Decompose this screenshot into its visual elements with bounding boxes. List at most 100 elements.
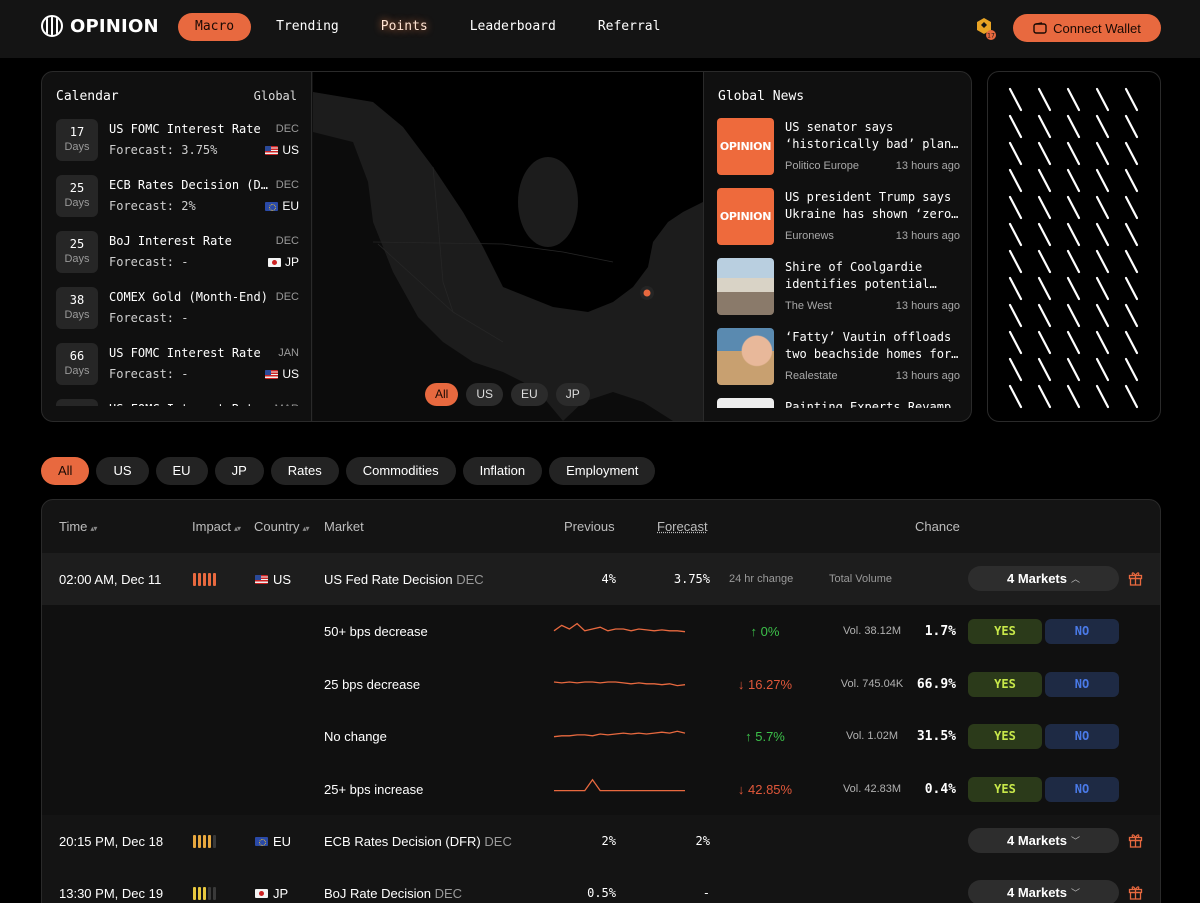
- header-market: Market: [324, 519, 364, 534]
- table-row[interactable]: 13:30 PM, Dec 19 JP BoJ Rate Decision DE…: [42, 867, 1160, 903]
- news-photo-thumbnail: [717, 328, 774, 385]
- slash-pattern: [1008, 87, 1139, 409]
- gift-icon[interactable]: [1128, 832, 1143, 848]
- buy-no-button[interactable]: NO: [1045, 776, 1119, 802]
- impact-bar: [213, 573, 216, 586]
- filter-chip-commodities[interactable]: Commodities: [345, 457, 456, 485]
- col-total-volume: Total Volume: [829, 573, 892, 585]
- calendar-month: DEC: [275, 123, 299, 135]
- markets-toggle-button[interactable]: 4 Markets ﹀: [968, 880, 1119, 903]
- filter-chip-employment[interactable]: Employment: [549, 457, 656, 485]
- buy-yes-button[interactable]: YES: [968, 671, 1042, 697]
- buy-yes-button[interactable]: YES: [968, 724, 1042, 749]
- header-country[interactable]: Country ▴▾: [254, 519, 310, 534]
- news-item[interactable]: Shire of Coolgardie identifies potential……: [717, 258, 960, 328]
- map-graphic: [313, 72, 703, 421]
- news-item[interactable]: Painting Experts Revamp: [717, 398, 960, 408]
- table-row[interactable]: 20:15 PM, Dec 18 EU ECB Rates Decision (…: [42, 815, 1160, 867]
- gift-icon[interactable]: [1128, 570, 1143, 586]
- news-photo-thumbnail: [717, 258, 774, 315]
- markets-toggle-button[interactable]: 4 Markets ﹀: [968, 828, 1119, 853]
- calendar-country: US: [265, 143, 299, 157]
- calendar-month: DEC: [275, 235, 299, 247]
- previous-value: 4%: [601, 572, 616, 586]
- filter-chip-eu[interactable]: EU: [155, 457, 208, 485]
- impact-bar: [203, 835, 206, 848]
- news-item[interactable]: OPINION US senator says ‘historically bad…: [717, 118, 960, 188]
- map-filter-jp[interactable]: JP: [555, 383, 590, 406]
- event-time: 20:15 PM, Dec 18: [59, 834, 164, 849]
- sub-market-row[interactable]: 50+ bps decrease ↑ 0% Vol. 38.12M 1.7% Y…: [42, 605, 1160, 657]
- price-sparkline: [553, 730, 686, 738]
- calendar-list[interactable]: 17 Days US FOMC Interest Rate Forecast: …: [56, 118, 299, 406]
- buy-no-button[interactable]: NO: [1045, 724, 1119, 749]
- sub-market-row[interactable]: 25+ bps increase ↓ 42.85% Vol. 42.83M 0.…: [42, 763, 1160, 815]
- logo[interactable]: OPINION: [41, 15, 159, 37]
- sub-market-row[interactable]: No change ↑ 5.7% Vol. 1.02M 31.5% YES NO: [42, 710, 1160, 762]
- days-countdown: 17 Days: [56, 119, 98, 161]
- filter-chip-us[interactable]: US: [96, 457, 149, 485]
- header-forecast[interactable]: Forecast: [657, 519, 708, 534]
- map-filter-eu[interactable]: EU: [511, 383, 548, 406]
- sub-market-row[interactable]: 25 bps decrease ↓ 16.27% Vol. 745.04K 66…: [42, 658, 1160, 710]
- buy-no-button[interactable]: NO: [1045, 671, 1119, 697]
- buy-yes-button[interactable]: YES: [968, 776, 1042, 802]
- news-list[interactable]: OPINION US senator says ‘historically bad…: [717, 118, 960, 408]
- sub-market-name: 50+ bps decrease: [324, 624, 428, 639]
- col-24h-change: 24 hr change: [729, 573, 794, 585]
- map-filter-us[interactable]: US: [466, 383, 504, 406]
- buy-no-button[interactable]: NO: [1045, 619, 1119, 644]
- chevron-up-icon: ︿: [1070, 574, 1080, 584]
- markets-toggle-button[interactable]: 4 Markets ︿: [968, 566, 1119, 591]
- filter-chip-all[interactable]: All: [41, 457, 90, 485]
- table-row[interactable]: 02:00 AM, Dec 11 US US Fed Rate Decision…: [42, 553, 1160, 605]
- buy-yes-button[interactable]: YES: [968, 619, 1042, 644]
- forecast-value: 2%: [695, 834, 710, 848]
- gift-icon[interactable]: [1128, 884, 1143, 900]
- filter-chip-rates[interactable]: Rates: [270, 457, 339, 485]
- nav-referral[interactable]: Referral: [581, 13, 678, 41]
- header-time[interactable]: Time ▴▾: [59, 519, 97, 534]
- forecast-value: -: [702, 886, 710, 900]
- news-headline: ‘Fatty’ Vautin offloads two beachside hom…: [785, 330, 959, 361]
- event-marker[interactable]: [643, 289, 651, 297]
- calendar-item[interactable]: 66 Days US FOMC Interest Rate Forecast: …: [56, 342, 299, 398]
- decorative-pattern-panel: [987, 71, 1161, 422]
- calendar-item[interactable]: US FOMC Interest Rate MAR: [56, 398, 299, 406]
- market-month: DEC: [434, 886, 463, 901]
- calendar-event-name: COMEX Gold (Month-End): [109, 290, 268, 304]
- bnb-chain-icon[interactable]: 17: [973, 16, 997, 40]
- impact-bar: [213, 887, 216, 900]
- nav-leaderboard[interactable]: Leaderboard: [453, 13, 573, 41]
- market-name: BoJ Rate Decision: [324, 886, 431, 901]
- country-code: EU: [282, 199, 299, 213]
- impact-bar: [198, 835, 201, 848]
- news-item[interactable]: OPINION US president Trump says Ukraine h…: [717, 188, 960, 258]
- connect-wallet-button[interactable]: Connect Wallet: [1013, 14, 1161, 42]
- calendar-item[interactable]: 25 Days ECB Rates Decision (DFR) Forecas…: [56, 174, 299, 230]
- calendar-item[interactable]: 25 Days BoJ Interest Rate Forecast: - DE…: [56, 230, 299, 286]
- impact-bar: [203, 887, 206, 900]
- nav-macro[interactable]: Macro: [178, 13, 252, 41]
- news-time: 13 hours ago: [895, 230, 960, 242]
- nav-trending[interactable]: Trending: [259, 13, 356, 41]
- filter-chip-jp[interactable]: JP: [214, 457, 264, 485]
- impact-bar: [208, 835, 211, 848]
- chevron-down-icon: ﹀: [1070, 836, 1080, 846]
- days-countdown: 38 Days: [56, 287, 98, 329]
- calendar-item[interactable]: 38 Days COMEX Gold (Month-End) Forecast:…: [56, 286, 299, 342]
- impact-indicator: [193, 573, 216, 586]
- map-filter-all[interactable]: All: [425, 383, 459, 406]
- wallet-icon: [1033, 22, 1047, 34]
- header-impact[interactable]: Impact ▴▾: [192, 519, 241, 534]
- calendar-item[interactable]: 17 Days US FOMC Interest Rate Forecast: …: [56, 118, 299, 174]
- category-filters: All US EU JP Rates Commodities Inflation Employ…: [41, 457, 656, 485]
- news-item[interactable]: ‘Fatty’ Vautin offloads two beachside hom…: [717, 328, 960, 398]
- filter-chip-inflation[interactable]: Inflation: [462, 457, 543, 485]
- days-countdown: 25 Days: [56, 231, 98, 273]
- calendar-scope[interactable]: Global: [254, 89, 297, 103]
- days-countdown: 66 Days: [56, 343, 98, 385]
- world-map[interactable]: All US EU JP: [313, 72, 703, 421]
- nav-points[interactable]: Points: [364, 13, 445, 41]
- markets-count: 4 Markets: [1007, 833, 1067, 848]
